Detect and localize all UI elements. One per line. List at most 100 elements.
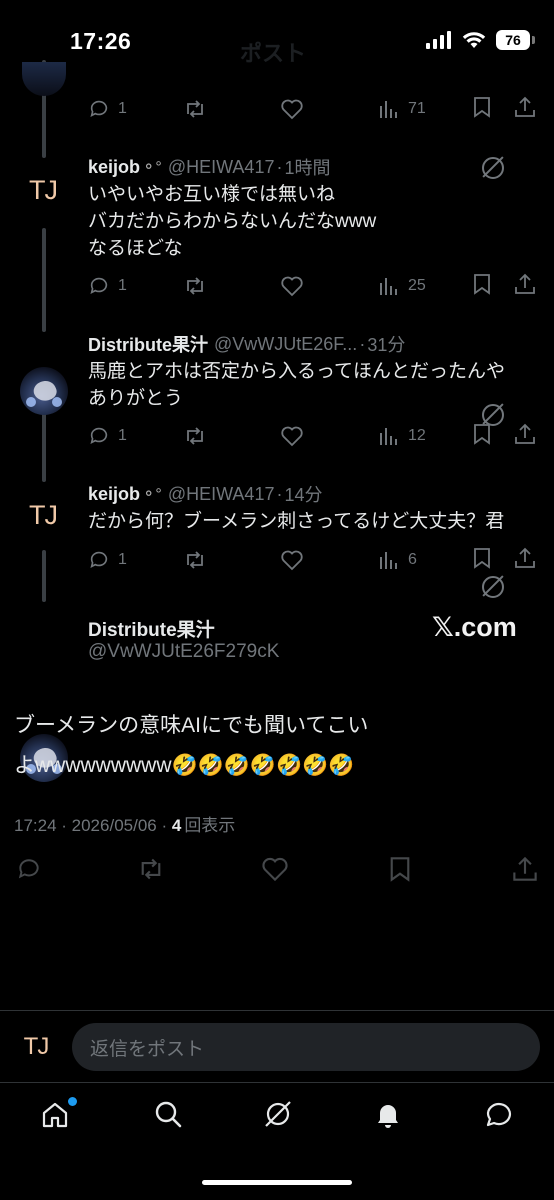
share-icon: [515, 423, 535, 444]
post-text-line: よwwwwwwwww🤣🤣🤣🤣🤣🤣🤣: [14, 754, 355, 777]
share-button[interactable]: [514, 547, 536, 574]
bookmark-button[interactable]: [472, 423, 492, 450]
repost-button[interactable]: [183, 549, 207, 571]
reply-header: keijob ⚬° @HEIWA417 · 1時間: [88, 154, 330, 180]
user-handle[interactable]: @VwWJUtE26F...: [214, 334, 357, 355]
notification-dot: [68, 1097, 78, 1106]
divider: [0, 1082, 554, 1083]
views-count: 6: [408, 551, 417, 568]
views-count: 71: [408, 100, 426, 117]
post-time: 1時間: [284, 158, 331, 178]
bookmark-button[interactable]: [472, 547, 492, 574]
repost-button[interactable]: [183, 275, 207, 297]
display-name[interactable]: Distribute果汁: [88, 331, 208, 357]
reply-button[interactable]: 1: [88, 98, 127, 120]
grok-icon[interactable]: [482, 157, 504, 179]
repost-icon[interactable]: [136, 856, 166, 882]
reply-icon: [90, 277, 108, 294]
reply-icon[interactable]: [16, 856, 42, 882]
views-count: 12: [408, 427, 426, 444]
search-icon: [155, 1101, 181, 1127]
like-button[interactable]: [280, 98, 304, 120]
views-icon: [380, 428, 397, 445]
watermark: 𝕏.com: [432, 612, 517, 642]
views-button[interactable]: 6: [378, 549, 417, 571]
share-button[interactable]: [514, 423, 536, 450]
thread-line: [42, 550, 46, 602]
reply-icon: [90, 551, 108, 568]
grok-icon[interactable]: [482, 576, 504, 598]
reply-header: keijob ⚬° @HEIWA417 · 14分: [88, 481, 323, 507]
avatar[interactable]: [20, 367, 68, 415]
divider: [0, 1010, 554, 1011]
share-icon: [515, 547, 535, 568]
main-post-text: ブーメランの意味AIにでも聞いてこい よwwwwwwwww🤣🤣🤣🤣🤣🤣🤣: [14, 706, 368, 786]
share-button[interactable]: [514, 273, 536, 300]
views-button[interactable]: 25: [378, 275, 426, 297]
share-icon: [515, 273, 535, 294]
post-text: いやいやお互い様では無いね バカだからわからないんだなwww なるほどな: [88, 181, 376, 262]
views-button[interactable]: 71: [378, 98, 426, 120]
reply-button[interactable]: 1: [88, 425, 127, 447]
cellular-signal-icon: [426, 31, 451, 49]
tab-grok[interactable]: [262, 1098, 294, 1135]
tab-search[interactable]: [152, 1098, 184, 1135]
post-timestamp: 17:24 · 2026/05/06 · 4 回表示: [14, 811, 235, 836]
repost-icon: [187, 277, 203, 295]
tab-notifications[interactable]: [372, 1098, 404, 1135]
reply-count: 1: [118, 100, 127, 117]
share-icon[interactable]: [512, 856, 538, 882]
bookmark-icon: [474, 547, 490, 569]
wifi-icon: [462, 32, 486, 48]
repost-button[interactable]: [183, 98, 207, 120]
views-icon: [380, 552, 397, 569]
user-handle[interactable]: @VwWJUtE26F279cK: [88, 641, 279, 663]
share-button[interactable]: [514, 96, 536, 123]
tab-home[interactable]: [39, 1097, 78, 1133]
avatar[interactable]: TJ: [18, 165, 68, 215]
reply-icon: [90, 100, 108, 117]
like-button[interactable]: [280, 549, 304, 571]
reply-count: 1: [118, 551, 127, 568]
reply-button[interactable]: 1: [88, 549, 127, 571]
post-text: だから何？ブーメラン刺さってるけど大丈夫？君: [88, 508, 504, 535]
bookmark-button[interactable]: [472, 96, 492, 123]
heart-icon[interactable]: [260, 856, 290, 882]
heart-icon: [281, 550, 303, 571]
user-handle[interactable]: @HEIWA417: [168, 157, 275, 178]
tab-messages[interactable]: [483, 1098, 515, 1135]
view-label: 回表示: [184, 816, 236, 835]
repost-button[interactable]: [183, 425, 207, 447]
reply-count: 1: [118, 277, 127, 294]
emoji-decoration: ⚬°: [142, 486, 162, 503]
avatar: TJ: [23, 1033, 50, 1060]
bottom-tab-bar: [0, 1086, 554, 1146]
like-button[interactable]: [280, 275, 304, 297]
display-name[interactable]: keijob: [88, 484, 140, 505]
post-time: 14分: [284, 485, 323, 505]
timestamp-text: 17:24 · 2026/05/06 ·: [14, 816, 172, 835]
share-icon: [515, 96, 535, 117]
reply-button[interactable]: 1: [88, 275, 127, 297]
reply-input[interactable]: 返信をポスト: [72, 1023, 540, 1071]
avatar[interactable]: TJ: [18, 490, 68, 540]
bookmark-icon[interactable]: [388, 856, 412, 882]
action-bar: 1 25: [88, 273, 538, 299]
post-text-line: ありがとう: [88, 388, 184, 409]
status-icons: 76: [426, 30, 535, 50]
notifications-icon: [378, 1104, 399, 1128]
avatar[interactable]: [22, 62, 66, 96]
header-title: ポスト: [240, 41, 307, 66]
display-name[interactable]: keijob: [88, 157, 140, 178]
post-text-line: いやいやお互い様では無いね: [88, 184, 336, 205]
user-handle[interactable]: @HEIWA417: [168, 484, 275, 505]
reply-icon: [90, 427, 108, 444]
bookmark-icon: [474, 96, 490, 118]
like-button[interactable]: [280, 425, 304, 447]
views-icon: [380, 278, 397, 295]
display-name[interactable]: Distribute果汁: [88, 615, 215, 642]
views-button[interactable]: 12: [378, 425, 426, 447]
bookmark-icon: [474, 423, 490, 445]
bookmark-button[interactable]: [472, 273, 492, 300]
reply-header: Distribute果汁 @VwWJUtE26F... · 31分: [88, 331, 405, 357]
